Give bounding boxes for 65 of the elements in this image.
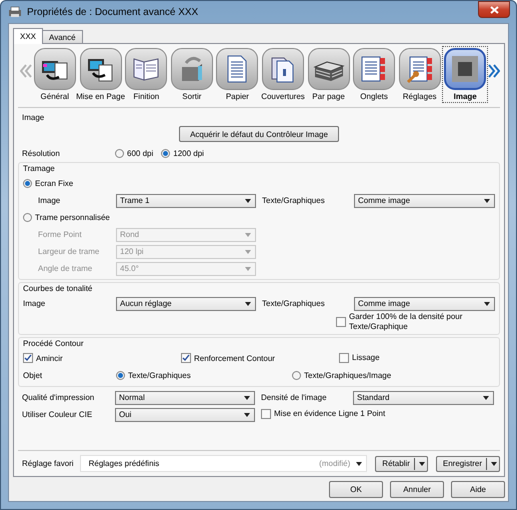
field-label: Réglage favori [21, 459, 74, 468]
caret-icon [245, 250, 251, 254]
field-label: Image [23, 299, 46, 308]
favorite-dropdown[interactable]: Réglages prédéfinis (modifié) [80, 455, 368, 472]
caret-icon [245, 302, 251, 306]
caret-icon [245, 198, 251, 202]
dropdown[interactable]: Normal [115, 390, 255, 404]
radio-button[interactable]: 600 dpi [115, 149, 154, 158]
field-label: Qualité d'impression [22, 393, 96, 402]
dropdown[interactable]: Trame 1 [116, 194, 256, 208]
field-label: Utiliser Couleur CIE [22, 410, 94, 419]
group-title: Image [22, 112, 46, 124]
checkbox[interactable]: Renforcement Contour [181, 353, 275, 363]
caret-icon [483, 396, 489, 400]
field-label: Densité de l'image [260, 393, 328, 402]
group-title: Courbes de tonalité [23, 283, 94, 295]
close-icon [490, 6, 498, 14]
radio-button[interactable]: Ecran Fixe [23, 179, 74, 188]
check-icon [24, 354, 32, 362]
radio-button[interactable]: Trame personnalisée [23, 213, 110, 222]
category-button[interactable]: Image [442, 46, 488, 103]
dropdown[interactable]: Comme image [354, 296, 495, 310]
group-title: Procédé Contour [23, 338, 84, 350]
field-label: Texte/Graphiques [261, 196, 326, 205]
checkbox[interactable]: Mise en évidence Ligne 1 Point [261, 408, 386, 418]
caret-icon [245, 266, 251, 270]
field-label: Image [37, 196, 62, 205]
dialog-button[interactable]: Aide [451, 481, 505, 498]
dropdown[interactable]: Comme image [354, 194, 495, 208]
caret-icon [244, 412, 250, 416]
caret-icon [484, 198, 490, 202]
caret-icon [418, 462, 425, 466]
close-button[interactable] [478, 1, 510, 18]
caret-icon [356, 462, 362, 466]
default-button[interactable]: Acquérir le défaut du Contrôleur Image [179, 126, 339, 142]
radio-button[interactable]: Texte/Graphiques [116, 371, 191, 380]
checkbox[interactable]: Lissage [339, 352, 380, 362]
dialog-button[interactable]: OK [329, 481, 383, 498]
field-label: Angle de trame [37, 264, 94, 273]
chevron-right-icon[interactable] [488, 64, 500, 78]
radio-button[interactable]: Texte/Graphiques/Image [292, 371, 392, 380]
dropdown[interactable]: Oui [115, 408, 255, 422]
dropdown[interactable]: Standard [353, 390, 494, 404]
field-label: Objet [23, 371, 44, 380]
tab[interactable]: XXX [13, 28, 44, 44]
printer-icon [8, 6, 22, 18]
group-title: Tramage [23, 163, 56, 175]
dialog-button[interactable]: Annuler [390, 481, 444, 498]
field-label: Résolution [22, 149, 61, 158]
window-title: Propriétés de : Document avancé XXX [27, 6, 198, 18]
field-label: Largeur de trame [37, 247, 100, 256]
dropdown[interactable]: Aucun réglage [116, 296, 256, 310]
field-label: Forme Point [37, 230, 83, 239]
checkbox[interactable]: Amincir [23, 353, 63, 363]
field-label: Texte/Graphiques [261, 299, 326, 308]
caret-icon [244, 396, 250, 400]
check-icon [182, 354, 190, 362]
caret-icon [245, 232, 251, 236]
caret-icon [491, 462, 497, 466]
split-button[interactable]: Rétablir [375, 456, 428, 472]
caret-icon [484, 302, 490, 306]
split-button[interactable]: Enregistrer [436, 456, 500, 472]
tab[interactable]: Avancé [42, 30, 83, 43]
checkbox[interactable]: Garder 100% de la densité pour Texte/Graphique [336, 312, 479, 332]
radio-button[interactable]: 1200 dpi [161, 149, 204, 158]
